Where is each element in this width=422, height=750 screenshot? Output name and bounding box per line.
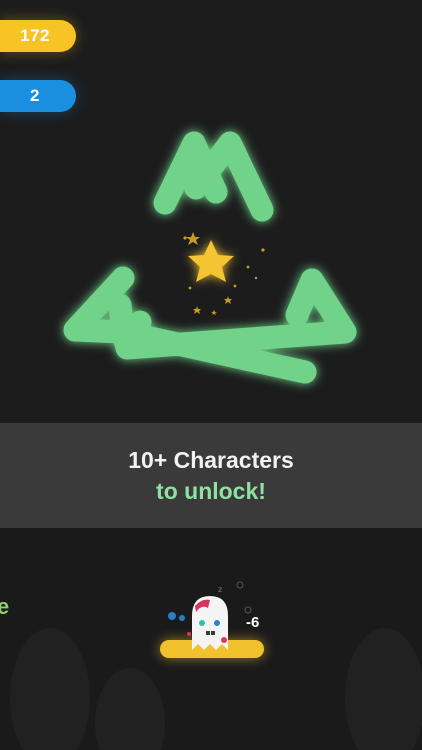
level-value: 2 [30,86,40,105]
star-sparkles [183,232,265,315]
score-value: 172 [20,26,50,45]
background-blob [95,668,165,750]
unlock-banner: 10+ Characters to unlock! [0,423,422,528]
banner-suffix: to unlock! [156,477,266,504]
banner-prefix: 10+ Characters [128,446,294,473]
banner-line-1: 10+ Characters [128,445,294,476]
character-showcase [63,131,357,384]
gameplay-area: e z -6 [0,528,422,750]
damage-indicator: -6 [246,614,260,631]
svg-text:z: z [218,585,222,594]
background-blob [345,628,422,750]
star-icon [188,240,234,282]
background-blob [10,628,90,750]
banner-line-2: to unlock! [156,476,266,507]
edge-letter: e [0,594,10,619]
score-counter: 172 [0,20,76,52]
level-counter: 2 [0,80,76,112]
